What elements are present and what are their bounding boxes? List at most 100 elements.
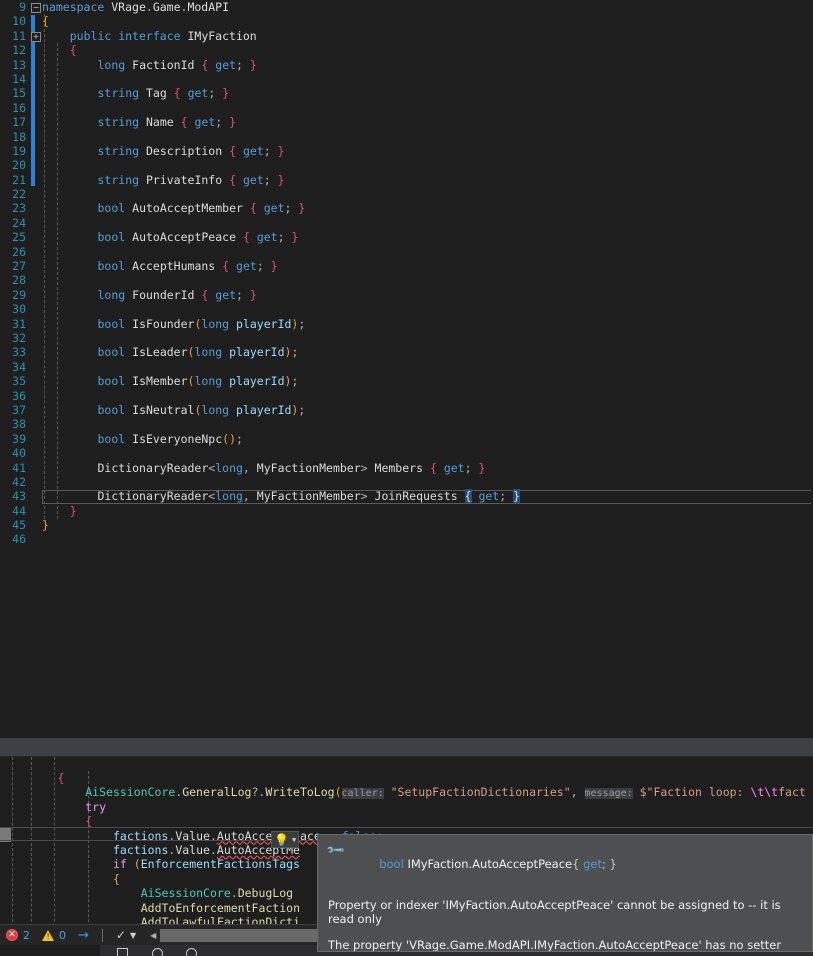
line-text: {: [42, 14, 49, 29]
code-line[interactable]: 31 bool IsFounder(long playerId);: [0, 317, 813, 331]
code-line[interactable]: 24: [0, 216, 813, 230]
code-line[interactable]: 13 long FactionId { get; }: [0, 58, 813, 72]
line-text: public interface IMyFaction: [69, 28, 257, 43]
signature-name: IMyFaction.AutoAcceptPeace: [407, 857, 573, 871]
warning-count-cell[interactable]: 0: [36, 925, 72, 945]
line-number: 20: [12, 158, 26, 173]
top-editor-pane[interactable]: 9− namespace VRage.Game.ModAPI 10 {11 + publ…: [0, 0, 813, 738]
code-line[interactable]: 38: [0, 417, 813, 431]
code-line[interactable]: 10 {: [0, 14, 813, 28]
navigate-button[interactable]: →: [72, 925, 95, 945]
code-content[interactable]: 9− namespace VRage.Game.ModAPI 10 {11 + publ…: [0, 0, 813, 547]
code-line[interactable]: {: [0, 814, 813, 828]
code-line[interactable]: 15 string Tag { get; }: [0, 86, 813, 100]
code-line[interactable]: try: [0, 800, 813, 814]
code-line[interactable]: 26: [0, 245, 813, 259]
code-line[interactable]: 37 bool IsNeutral(long playerId);: [0, 403, 813, 417]
line-text: try: [85, 799, 107, 814]
fold-margin[interactable]: +: [30, 29, 42, 44]
code-line[interactable]: 35 bool IsMember(long playerId);: [0, 374, 813, 388]
line-number: 44: [12, 503, 26, 518]
tooltip-error-line-2: The property 'VRage.Game.ModAPI.IMyFacti…: [328, 938, 782, 952]
line-text: namespace VRage.Game.ModAPI: [42, 0, 229, 14]
code-line[interactable]: 11 + public interface IMyFaction: [0, 29, 813, 43]
tooltip-error-line-1: Property or indexer 'IMyFaction.AutoAcce…: [328, 898, 781, 926]
line-number: 32: [12, 330, 26, 345]
code-line[interactable]: 21 string PrivateInfo { get; }: [0, 173, 813, 187]
code-line[interactable]: 32: [0, 331, 813, 345]
line-number: 38: [12, 417, 26, 432]
line-number: 45: [12, 518, 26, 533]
line-number: 24: [12, 215, 26, 230]
code-line[interactable]: 16: [0, 101, 813, 115]
code-line[interactable]: 34: [0, 360, 813, 374]
status-divider: [101, 928, 103, 942]
code-line[interactable]: 9− namespace VRage.Game.ModAPI: [0, 0, 813, 14]
line-number: 34: [12, 359, 26, 374]
fold-margin[interactable]: −: [30, 0, 42, 15]
error-circle-icon: ✕: [6, 929, 18, 941]
code-line[interactable]: 45}: [0, 518, 813, 532]
rectangle-icon[interactable]: [117, 948, 128, 956]
code-line[interactable]: 18: [0, 130, 813, 144]
code-line[interactable]: 44 }: [0, 504, 813, 518]
pane-splitter[interactable]: [0, 738, 813, 757]
signature-accessor: get: [583, 857, 602, 871]
line-text: string Name { get; }: [97, 115, 237, 130]
formatting-button[interactable]: ✓ ▼: [110, 925, 142, 945]
scroll-left-arrow-icon[interactable]: ◀: [146, 931, 160, 940]
error-count-cell[interactable]: ✕ 2: [0, 925, 36, 945]
line-number: 12: [12, 43, 26, 58]
line-text: string PrivateInfo { get; }: [97, 172, 285, 187]
code-line[interactable]: 40: [0, 446, 813, 460]
quick-actions-lightbulb[interactable]: 💡 ▼: [271, 831, 300, 848]
code-line[interactable]: 46: [0, 532, 813, 546]
error-count: 2: [23, 928, 30, 942]
code-line[interactable]: AiSessionCore.GeneralLog?.WriteToLog(cal…: [0, 785, 813, 800]
code-line[interactable]: 29 long FounderId { get; }: [0, 288, 813, 302]
line-number: 10: [12, 14, 26, 29]
line-text: DictionaryReader<long, MyFactionMember> …: [97, 460, 486, 475]
code-line[interactable]: 41 DictionaryReader<long, MyFactionMembe…: [0, 461, 813, 475]
code-line[interactable]: 25 bool AutoAcceptPeace { get; }: [0, 230, 813, 244]
fold-expand-icon[interactable]: +: [31, 31, 41, 42]
line-text: }: [42, 518, 49, 533]
tooltip-signature-row: 🔧 bool IMyFaction.AutoAcceptPeace{ get; …: [325, 840, 802, 885]
arrow-right-icon: →: [78, 927, 89, 943]
code-line[interactable]: 19 string Description { get; }: [0, 144, 813, 158]
line-number: 11: [12, 28, 26, 43]
code-line[interactable]: 39 bool IsEveryoneNpc();: [0, 432, 813, 446]
code-line[interactable]: 36: [0, 389, 813, 403]
line-text: bool IsLeader(long playerId);: [97, 345, 299, 360]
code-line[interactable]: 43 DictionaryReader<long, MyFactionMembe…: [0, 489, 813, 504]
line-number: 46: [12, 532, 26, 547]
line-number: 41: [12, 460, 26, 475]
line-number: 25: [12, 230, 26, 245]
circle-icon-2[interactable]: [186, 948, 197, 956]
code-line[interactable]: 23 bool AutoAcceptMember { get; }: [0, 201, 813, 215]
code-line[interactable]: 20: [0, 158, 813, 172]
line-number: 28: [12, 273, 26, 288]
error-quick-info-tooltip: 🔧 bool IMyFaction.AutoAcceptPeace{ get; …: [317, 834, 813, 952]
line-text: {: [85, 814, 93, 829]
code-line[interactable]: 14: [0, 72, 813, 86]
code-line[interactable]: 22: [0, 187, 813, 201]
code-line[interactable]: 17 string Name { get; }: [0, 115, 813, 129]
code-line[interactable]: 12 {: [0, 43, 813, 57]
line-number: 16: [12, 100, 26, 115]
fold-collapse-icon[interactable]: −: [31, 3, 41, 13]
line-number: 30: [12, 302, 26, 317]
line-number: 13: [12, 57, 26, 72]
code-line[interactable]: 28: [0, 273, 813, 287]
circle-icon[interactable]: [152, 948, 163, 956]
warning-count: 0: [59, 928, 66, 942]
code-line[interactable]: {: [0, 771, 813, 785]
code-line[interactable]: 33 bool IsLeader(long playerId);: [0, 345, 813, 359]
chevron-down-icon[interactable]: ▼: [292, 836, 296, 844]
line-number: 29: [12, 287, 26, 302]
code-line[interactable]: 30: [0, 302, 813, 316]
code-line[interactable]: 42: [0, 475, 813, 489]
line-text: long FactionId { get; }: [97, 57, 257, 72]
line-text: bool IsEveryoneNpc();: [97, 431, 243, 446]
code-line[interactable]: 27 bool AcceptHumans { get; }: [0, 259, 813, 273]
